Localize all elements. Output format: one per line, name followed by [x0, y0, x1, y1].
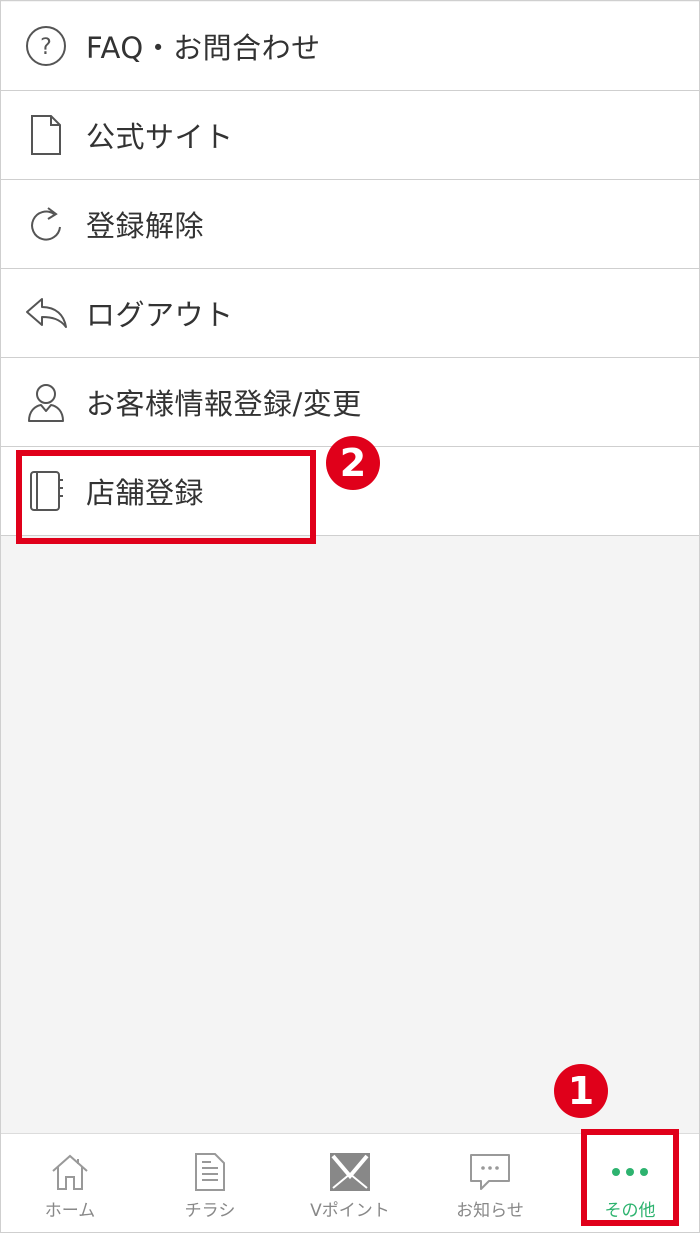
- menu-item-customer-info[interactable]: お客様情報登録/変更: [0, 358, 700, 447]
- annotation-badge-2: 2: [326, 436, 380, 490]
- menu-item-logout[interactable]: ログアウト: [0, 269, 700, 358]
- menu-item-label: 店舗登録: [86, 476, 205, 510]
- notebook-icon: [24, 469, 68, 513]
- menu-item-label: 登録解除: [86, 209, 205, 243]
- menu-item-official-site[interactable]: 公式サイト: [0, 91, 700, 180]
- tab-label: Vポイント: [310, 1201, 390, 1221]
- tab-news[interactable]: お知らせ: [420, 1134, 560, 1234]
- menu-item-label: お客様情報登録/変更: [86, 387, 362, 421]
- question-circle-icon: ?: [24, 24, 68, 68]
- svg-text:?: ?: [40, 35, 52, 60]
- refresh-icon: [24, 202, 68, 246]
- tab-v-point[interactable]: Vポイント: [280, 1134, 420, 1234]
- tab-label: お知らせ: [456, 1201, 524, 1221]
- menu-item-label: ログアウト: [86, 298, 234, 332]
- tab-home[interactable]: ホーム: [0, 1134, 140, 1234]
- bottom-tab-bar: ホーム チラシ Vポイント お知らせ その他: [0, 1133, 700, 1234]
- reply-arrow-icon: [24, 291, 68, 335]
- v-point-icon: [328, 1152, 372, 1192]
- user-icon: [24, 380, 68, 424]
- document-icon: [24, 113, 68, 157]
- tab-label: チラシ: [184, 1201, 236, 1221]
- menu-item-faq[interactable]: ? FAQ・お問合わせ: [0, 2, 700, 91]
- tab-label: その他: [604, 1201, 656, 1221]
- tab-more[interactable]: その他: [560, 1134, 700, 1234]
- menu-item-label: 公式サイト: [86, 120, 234, 154]
- menu-item-label: FAQ・お問合わせ: [86, 31, 321, 65]
- flyer-icon: [188, 1152, 232, 1192]
- menu-item-unregister[interactable]: 登録解除: [0, 180, 700, 269]
- home-icon: [48, 1152, 92, 1192]
- more-dots-icon: [608, 1152, 652, 1192]
- chat-bubble-icon: [468, 1152, 512, 1192]
- tab-flyer[interactable]: チラシ: [140, 1134, 280, 1234]
- annotation-badge-1: 1: [554, 1064, 608, 1118]
- tab-label: ホーム: [44, 1201, 96, 1221]
